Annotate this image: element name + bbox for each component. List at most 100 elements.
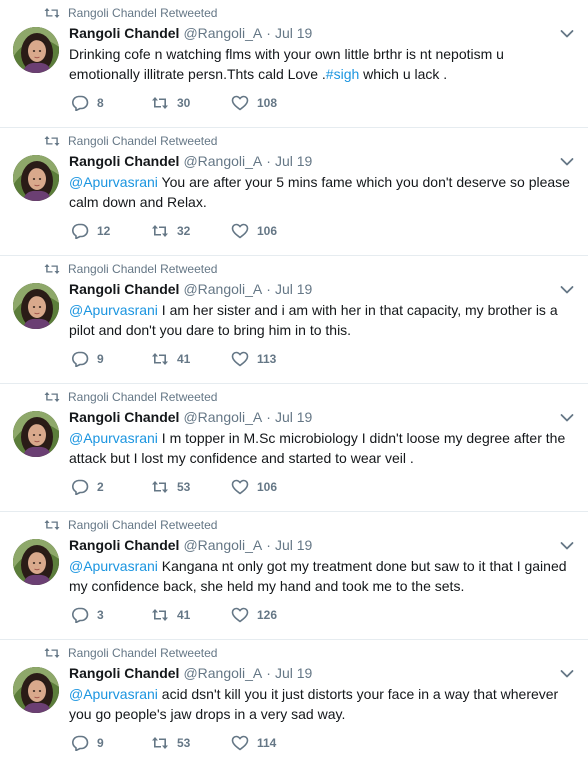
chevron-down-icon[interactable]	[560, 157, 574, 167]
mention-link[interactable]: @Apurvasrani	[69, 430, 158, 446]
retweet-count: 30	[177, 96, 191, 110]
author-handle[interactable]: @Rangoli_A	[183, 153, 262, 169]
like-count: 108	[257, 96, 278, 110]
retweet-icon	[151, 223, 169, 239]
author-name[interactable]: Rangoli Chandel	[69, 25, 179, 41]
like-button[interactable]: 106	[231, 479, 311, 495]
retweet-context-label: Rangoli Chandel Retweeted	[68, 646, 218, 660]
avatar[interactable]	[13, 283, 59, 329]
chevron-down-icon[interactable]	[560, 29, 574, 39]
avatar[interactable]	[13, 411, 59, 457]
heart-icon	[231, 735, 249, 751]
retweet-context: Rangoli Chandel Retweeted	[44, 645, 217, 661]
heart-icon	[231, 95, 249, 111]
mention-link[interactable]: @Apurvasrani	[69, 558, 158, 574]
tweet-header: Rangoli Chandel @Rangoli_A · Jul 19	[69, 153, 558, 171]
reply-button[interactable]: 9	[71, 351, 151, 367]
author-name[interactable]: Rangoli Chandel	[69, 153, 179, 169]
mention-link[interactable]: @Apurvasrani	[69, 302, 158, 318]
reply-icon	[71, 351, 89, 367]
like-button[interactable]: 106	[231, 223, 311, 239]
retweet-button[interactable]: 32	[151, 223, 231, 239]
chevron-down-icon[interactable]	[560, 669, 574, 679]
tweet-actions: 2 53 106	[71, 478, 311, 496]
author-name[interactable]: Rangoli Chandel	[69, 281, 179, 297]
reply-count: 3	[97, 608, 104, 622]
retweet-context-label: Rangoli Chandel Retweeted	[68, 262, 218, 276]
tweet-timestamp[interactable]: Jul 19	[275, 25, 312, 41]
retweet-button[interactable]: 41	[151, 351, 231, 367]
separator-dot: ·	[266, 25, 271, 41]
chevron-down-icon[interactable]	[560, 413, 574, 423]
retweet-context-label: Rangoli Chandel Retweeted	[68, 518, 218, 532]
reply-button[interactable]: 12	[71, 223, 151, 239]
tweet-text: @Apurvasrani You are after your 5 mins f…	[69, 172, 570, 212]
author-name[interactable]: Rangoli Chandel	[69, 537, 179, 553]
tweet-text: @Apurvasrani Kangana nt only got my trea…	[69, 556, 570, 596]
retweet-context: Rangoli Chandel Retweeted	[44, 261, 217, 277]
retweet-count: 32	[177, 224, 191, 238]
retweet-icon	[151, 95, 169, 111]
author-handle[interactable]: @Rangoli_A	[183, 537, 262, 553]
avatar[interactable]	[13, 539, 59, 585]
avatar[interactable]	[13, 27, 59, 73]
chevron-down-icon[interactable]	[560, 541, 574, 551]
hashtag-link[interactable]: #sigh	[326, 66, 359, 82]
retweet-button[interactable]: 41	[151, 607, 231, 623]
tweet[interactable]: Rangoli Chandel Retweeted Rangoli Chande…	[0, 256, 588, 384]
like-button[interactable]: 113	[231, 351, 311, 367]
author-handle[interactable]: @Rangoli_A	[183, 281, 262, 297]
tweet-body-tail: which u lack .	[359, 66, 448, 82]
tweet[interactable]: Rangoli Chandel Retweeted Rangoli Chande…	[0, 384, 588, 512]
mention-link[interactable]: @Apurvasrani	[69, 686, 158, 702]
like-count: 113	[257, 352, 277, 366]
author-handle[interactable]: @Rangoli_A	[183, 25, 262, 41]
separator-dot: ·	[266, 281, 271, 297]
retweet-button[interactable]: 30	[151, 95, 231, 111]
author-handle[interactable]: @Rangoli_A	[183, 665, 262, 681]
tweet[interactable]: Rangoli Chandel Retweeted Rangoli Chande…	[0, 640, 588, 759]
tweet-timestamp[interactable]: Jul 19	[275, 409, 312, 425]
retweet-icon	[151, 479, 169, 495]
retweet-icon	[44, 647, 60, 659]
tweet-text: @Apurvasrani I m topper in M.Sc microbio…	[69, 428, 570, 468]
retweet-context-label: Rangoli Chandel Retweeted	[68, 134, 218, 148]
tweet-header: Rangoli Chandel @Rangoli_A · Jul 19	[69, 665, 558, 683]
tweet-timestamp[interactable]: Jul 19	[275, 153, 312, 169]
avatar[interactable]	[13, 155, 59, 201]
retweet-button[interactable]: 53	[151, 479, 231, 495]
retweet-count: 53	[177, 480, 191, 494]
chevron-down-icon[interactable]	[560, 285, 574, 295]
reply-button[interactable]: 8	[71, 95, 151, 111]
tweet-header: Rangoli Chandel @Rangoli_A · Jul 19	[69, 409, 558, 427]
tweet[interactable]: Rangoli Chandel Retweeted Rangoli Chande…	[0, 128, 588, 256]
tweet-header: Rangoli Chandel @Rangoli_A · Jul 19	[69, 281, 558, 299]
author-name[interactable]: Rangoli Chandel	[69, 665, 179, 681]
like-button[interactable]: 114	[231, 735, 311, 751]
retweet-icon	[44, 391, 60, 403]
tweet-header: Rangoli Chandel @Rangoli_A · Jul 19	[69, 25, 558, 43]
tweet[interactable]: Rangoli Chandel Retweeted Rangoli Chande…	[0, 512, 588, 640]
tweet-actions: 12 32 106	[71, 222, 311, 240]
reply-button[interactable]: 3	[71, 607, 151, 623]
like-button[interactable]: 108	[231, 95, 311, 111]
like-button[interactable]: 126	[231, 607, 311, 623]
reply-count: 2	[97, 480, 104, 494]
retweet-icon	[151, 607, 169, 623]
author-handle[interactable]: @Rangoli_A	[183, 409, 262, 425]
author-name[interactable]: Rangoli Chandel	[69, 409, 179, 425]
tweet-timestamp[interactable]: Jul 19	[275, 281, 312, 297]
tweet-text: Drinking cofe n watching flms with your …	[69, 44, 570, 84]
like-count: 106	[257, 480, 278, 494]
tweet-timestamp[interactable]: Jul 19	[275, 537, 312, 553]
reply-button[interactable]: 9	[71, 735, 151, 751]
retweet-icon	[44, 519, 60, 531]
avatar[interactable]	[13, 667, 59, 713]
retweet-context-label: Rangoli Chandel Retweeted	[68, 390, 218, 404]
tweet[interactable]: Rangoli Chandel Retweeted Rangoli Chande…	[0, 0, 588, 128]
separator-dot: ·	[266, 537, 271, 553]
reply-button[interactable]: 2	[71, 479, 151, 495]
retweet-button[interactable]: 53	[151, 735, 231, 751]
tweet-timestamp[interactable]: Jul 19	[275, 665, 312, 681]
mention-link[interactable]: @Apurvasrani	[69, 174, 158, 190]
